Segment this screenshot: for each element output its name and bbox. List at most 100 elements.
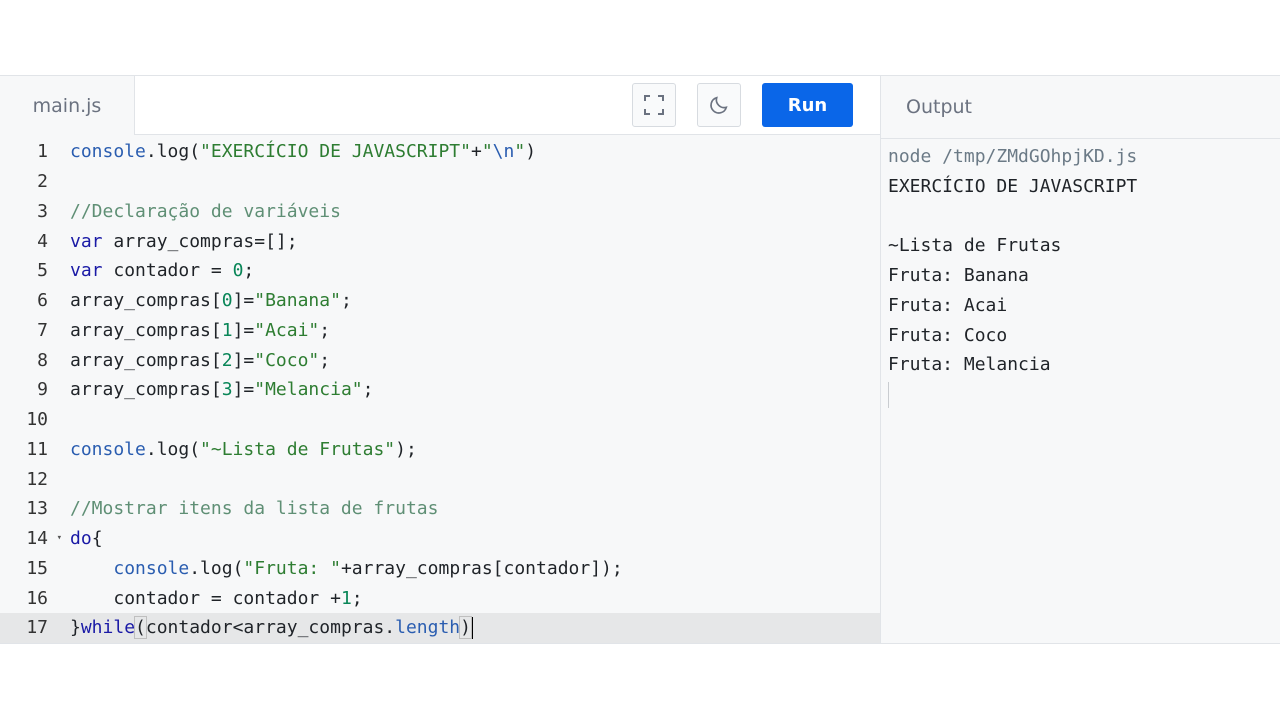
code-keyword: var [70, 260, 103, 282]
code-line[interactable]: 15 console.log("Fruta: "+array_compras[c… [0, 554, 880, 584]
code-token: ; [243, 260, 255, 282]
line-number: 14 ▾ [0, 524, 62, 554]
code-token: contador = [102, 260, 233, 282]
code-line[interactable]: 11 console.log("~Lista de Frutas"); [0, 435, 880, 465]
editor-pane: main.js Run 1 console.log("EXERCÍCIO DE … [0, 76, 881, 643]
output-line: EXERCÍCIO DE JAVASCRIPT [888, 175, 1138, 197]
code-line[interactable]: 7 array_compras[1]="Acai"; [0, 316, 880, 346]
line-number: 12 [26, 468, 48, 490]
code-string: "Acai" [254, 319, 320, 341]
code-text: var contador = 0; [58, 256, 254, 286]
code-token: " [514, 141, 526, 163]
code-line[interactable]: 2 [0, 167, 880, 197]
code-token: ; [362, 379, 374, 401]
code-token: ]= [232, 290, 255, 311]
code-string: "~Lista de Frutas" [200, 438, 396, 460]
code-keyword: var [70, 230, 103, 252]
fullscreen-icon [644, 95, 664, 116]
line-number: 16 [26, 587, 48, 609]
line-number: 8 [37, 349, 48, 371]
code-line[interactable]: 6 array_compras[0]="Banana"; [0, 286, 880, 316]
text-cursor [471, 617, 473, 640]
code-text: console.log("EXERCÍCIO DE JAVASCRIPT"+"\… [58, 137, 536, 167]
code-number: 0 [232, 260, 244, 282]
code-token: console [70, 438, 146, 460]
run-button[interactable]: Run [762, 83, 853, 128]
code-token: ); [395, 438, 417, 460]
line-number: 15 [26, 557, 48, 579]
code-text: array_compras[0]="Banana"; [58, 286, 352, 316]
code-token: contador = contador + [113, 587, 341, 609]
moon-icon [710, 96, 728, 114]
code-text: do{ [58, 524, 103, 554]
line-number: 7 [37, 319, 48, 341]
code-string: "Fruta: " [243, 557, 341, 579]
code-line[interactable]: 5 var contador = 0; [0, 256, 880, 286]
code-text: console.log("Fruta: "+array_compras[cont… [58, 554, 623, 584]
code-token: .log( [189, 557, 244, 579]
code-text: console.log("~Lista de Frutas"); [58, 435, 417, 465]
code-token: array_compras[ [70, 349, 222, 371]
line-number: 11 [26, 438, 48, 460]
code-token: ; [319, 349, 331, 371]
code-string: "Melancia" [254, 379, 363, 401]
code-line[interactable]: 4 var array_compras=[]; [0, 227, 880, 257]
code-line[interactable]: 10 [0, 405, 880, 435]
line-number: 9 [37, 379, 48, 401]
line-number: 1 [37, 141, 48, 163]
code-text: array_compras[2]="Coco"; [58, 346, 330, 376]
code-token: ]= [232, 349, 255, 371]
theme-toggle-button[interactable] [697, 83, 741, 128]
code-token: +array_compras[contador]); [340, 557, 623, 579]
code-comment: //Mostrar itens da lista de frutas [70, 498, 439, 520]
code-token: ]= [232, 379, 255, 401]
fullscreen-button[interactable] [632, 83, 676, 128]
code-playground: main.js Run 1 console.log("EXERCÍCIO DE … [0, 75, 1280, 644]
output-console[interactable]: node /tmp/ZMdGOhpjKD.js EXERCÍCIO DE JAV… [881, 139, 1280, 643]
output-line: Fruta: Coco [888, 324, 1008, 346]
line-number: 17 [26, 617, 48, 639]
code-token: array_compras[ [70, 290, 222, 311]
line-number: 4 [37, 230, 48, 252]
code-editor[interactable]: 1 console.log("EXERCÍCIO DE JAVASCRIPT"+… [0, 135, 880, 643]
code-token: array_compras[ [70, 379, 222, 401]
line-number: 13 [26, 498, 48, 520]
fold-arrow-icon[interactable]: ▾ [57, 524, 62, 554]
code-line[interactable]: 8 array_compras[2]="Coco"; [0, 346, 880, 376]
code-line[interactable]: 12 [0, 465, 880, 495]
code-number: 0 [221, 290, 233, 311]
code-text: array_compras[3]="Melancia"; [58, 375, 373, 405]
line-number: 10 [26, 409, 48, 430]
code-line[interactable]: 1 console.log("EXERCÍCIO DE JAVASCRIPT"+… [0, 137, 880, 167]
code-token: ; [351, 587, 363, 609]
code-keyword: while [80, 617, 136, 639]
code-token: " [481, 141, 493, 163]
code-line[interactable]: 9 array_compras[3]="Melancia"; [0, 375, 880, 405]
code-token: "EXERCÍCIO DE JAVASCRIPT" [200, 141, 471, 163]
code-token: ( [134, 616, 147, 640]
code-token: ) [459, 616, 472, 640]
code-line[interactable]: 13 //Mostrar itens da lista de frutas [0, 494, 880, 524]
header-spacer [135, 76, 632, 135]
code-line[interactable]: 16 contador = contador +1; [0, 584, 880, 614]
file-tab-main-js[interactable]: main.js [0, 76, 135, 136]
code-line-active[interactable]: 17 }while(contador<array_compras.length) [0, 613, 880, 643]
code-number: 2 [221, 349, 233, 371]
output-line: Fruta: Melancia [888, 354, 1051, 376]
output-line: ~Lista de Frutas [888, 235, 1062, 257]
code-line[interactable]: 3 //Declaração de variáveis [0, 197, 880, 227]
code-line[interactable]: 14 ▾ do{ [0, 524, 880, 554]
line-number: 3 [37, 200, 48, 222]
code-number: 1 [340, 587, 352, 609]
code-token: contador<array_compras. [145, 617, 396, 639]
output-line: Fruta: Acai [888, 294, 1008, 316]
output-line: node /tmp/ZMdGOhpjKD.js [888, 146, 1138, 167]
code-string: "Banana" [254, 290, 341, 311]
code-token: .log( [145, 141, 201, 163]
code-token: array_compras[ [70, 319, 222, 341]
code-keyword: do [70, 528, 92, 549]
code-token: { [91, 528, 103, 549]
